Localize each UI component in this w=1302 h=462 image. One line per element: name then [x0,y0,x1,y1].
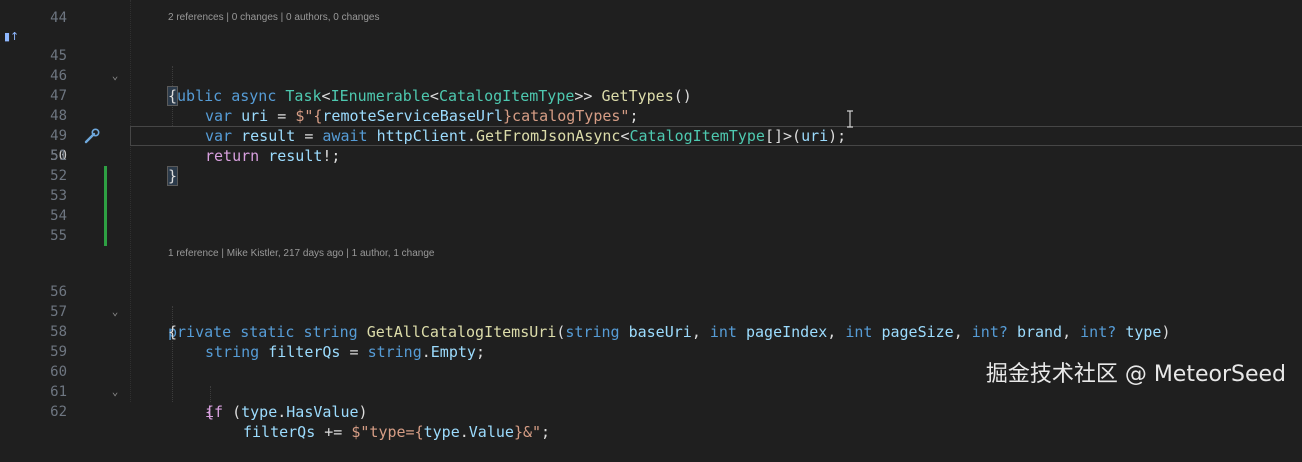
line-number: 44 [50,10,67,26]
line-number: 52 [50,168,67,184]
line-number: 51 [50,148,67,164]
code-line: 51 [0,146,1302,166]
line-number: 55 [50,228,67,244]
code-line: 44 [0,0,1302,26]
line-number: 54 [50,208,67,224]
code-line: 55 [0,226,1302,246]
code-line: 53 [0,186,1302,206]
code-line: 54 [0,206,1302,226]
code-line: 47 var uri = $"{remoteServiceBaseUrl}cat… [0,66,1302,125]
line-number: 62 [50,404,67,420]
line-number: 53 [50,188,67,204]
text-cursor-icon [847,110,853,128]
watermark-text: 掘金技术社区 @ MeteorSeed [985,362,1286,387]
code-line: 52 [0,166,1302,186]
code-text[interactable]: { [205,402,214,422]
code-lens-references[interactable]: 1 reference | Mike Kistler, 217 days ago… [168,247,434,261]
code-line: 49 return result!; [0,106,1302,165]
code-text[interactable]: filterQs += $"type={type.Value}&"; [243,422,550,442]
code-line: 58 string filterQs = string.Empty; [0,302,1302,361]
code-editor[interactable]: ▮↑ 44 2 references | 0 changes | 0 autho… [0,0,1302,441]
code-line: 50 } [0,126,1302,186]
code-lens-references[interactable]: 2 references | 0 changes | 0 authors, 0 … [168,11,379,25]
code-text[interactable]: if (type.HasValue) [205,402,368,422]
code-line: 48 var result = await httpClient.GetFrom… [0,86,1302,145]
code-line: 56 ⌄ private static string GetAllCatalog… [0,262,1302,341]
code-line: 45 ⌄ public async Task<IEnumerable<Catal… [0,26,1302,105]
code-line: 59 [0,322,1302,360]
code-line: 46 { [0,46,1302,106]
code-line: 57 { [0,282,1302,341]
